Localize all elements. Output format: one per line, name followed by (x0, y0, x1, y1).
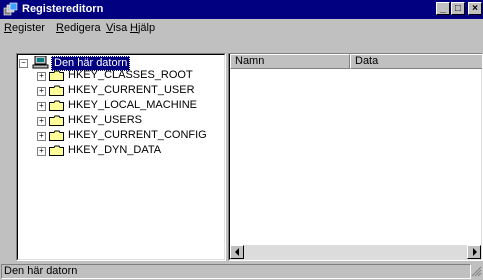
column-header-data[interactable]: Data (350, 54, 482, 69)
menu-hjalp-accel: H (130, 22, 138, 34)
tree-item-label: HKEY_DYN_DATA (68, 144, 162, 156)
menu-visa[interactable]: Visa (106, 22, 127, 34)
resize-grip-icon[interactable] (471, 266, 482, 277)
folder-icon (49, 100, 64, 111)
tree-pane[interactable]: − Den här datorn + HKEY_CLASSES_ROOT + H… (16, 53, 226, 261)
status-text: Den här datorn (1, 264, 471, 279)
registry-editor-icon (3, 2, 18, 16)
window-title: Registereditorn (22, 3, 104, 15)
menu-register-label: egister (11, 22, 45, 34)
expand-icon[interactable]: + (37, 87, 46, 96)
tree-item-label: HKEY_CURRENT_USER (68, 84, 195, 96)
tree-item-label: HKEY_CLASSES_ROOT (68, 69, 193, 81)
title-bar[interactable]: Registereditorn _ □ × (0, 0, 483, 19)
menu-redigera[interactable]: Redigera (56, 22, 101, 34)
menu-hjalp-label: jälp (137, 22, 156, 34)
column-header-name[interactable]: Namn (230, 54, 350, 69)
folder-icon (49, 85, 64, 96)
menu-register[interactable]: Register (4, 22, 45, 34)
folder-icon (49, 70, 64, 81)
menu-register-accel: R (4, 22, 12, 34)
expand-icon[interactable]: + (37, 72, 46, 81)
tree-item-label: HKEY_LOCAL_MACHINE (68, 99, 197, 111)
folder-icon (49, 145, 64, 156)
menu-redigera-label: edigera (63, 22, 101, 34)
folder-icon (49, 130, 64, 141)
menu-redigera-accel: R (56, 22, 64, 34)
maximize-button[interactable]: □ (451, 2, 465, 15)
scroll-left-button[interactable] (230, 245, 244, 259)
expand-icon[interactable]: + (37, 117, 46, 126)
tree-item-label: HKEY_CURRENT_CONFIG (68, 129, 207, 141)
expand-icon[interactable]: + (37, 147, 46, 156)
collapse-icon[interactable]: − (19, 59, 28, 68)
expand-icon[interactable]: + (37, 132, 46, 141)
expand-icon[interactable]: + (37, 102, 46, 111)
computer-icon (32, 56, 49, 69)
horizontal-scrollbar[interactable] (230, 245, 481, 259)
menu-hjalp[interactable]: Hjälp (130, 22, 155, 34)
minimize-button[interactable]: _ (436, 2, 450, 15)
scroll-right-button[interactable] (467, 245, 481, 259)
status-bar: Den här datorn (0, 262, 483, 280)
arrow-left-icon (235, 248, 239, 256)
menu-visa-label: isa (113, 22, 128, 34)
arrow-right-icon (473, 248, 477, 256)
tree-item-label: HKEY_USERS (68, 114, 142, 126)
folder-icon (49, 115, 64, 126)
close-button[interactable]: × (468, 2, 482, 15)
values-pane[interactable]: Namn Data (228, 53, 483, 261)
values-pane-border (229, 54, 482, 260)
menu-bar: Register Redigera Visa Hjälp (0, 19, 483, 38)
